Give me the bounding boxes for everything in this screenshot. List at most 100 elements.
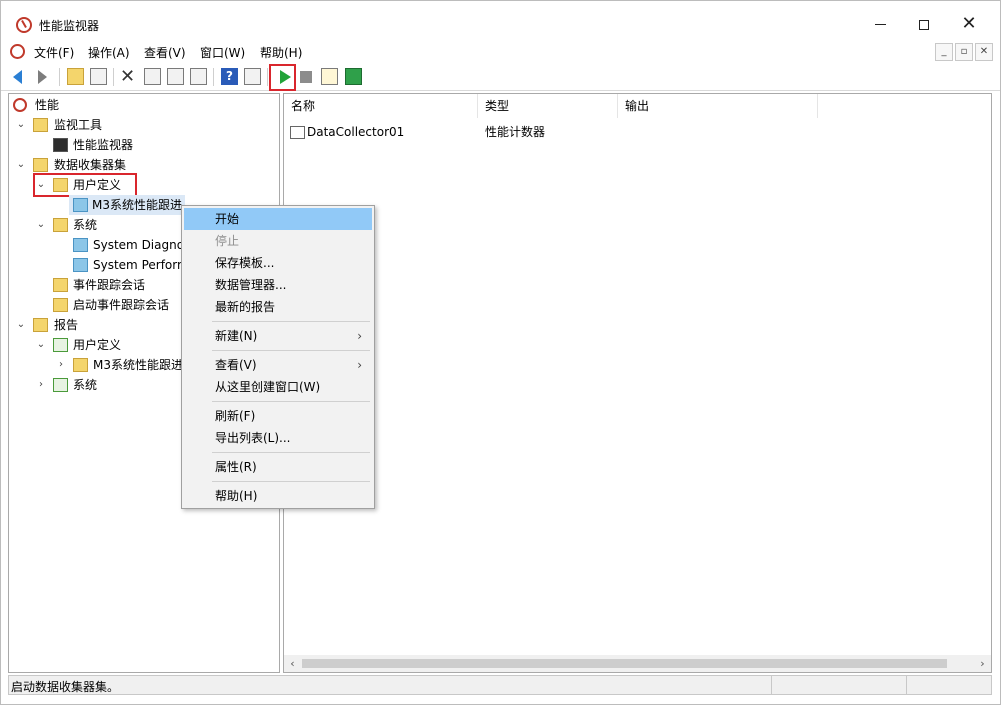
mdi-close-button[interactable]: ✕ [975,43,993,61]
show-action-pane-icon[interactable] [244,68,261,85]
row-type[interactable]: 性能计数器 [485,122,545,142]
column-header-name[interactable]: 名称 [284,94,478,118]
ctx-export-list[interactable]: 导出列表(L)... [184,427,372,449]
delete-icon[interactable]: ✕ [120,68,137,86]
ctx-help[interactable]: 帮助(H) [184,485,372,507]
toolbar-separator [113,68,114,86]
show-hide-tree-icon[interactable] [90,68,107,85]
ctx-view[interactable]: 查看(V) › [184,354,372,376]
tree-label: 系统 [73,218,98,232]
help-icon[interactable]: ? [221,68,238,85]
tree-node-m3-set[interactable]: M3系统性能跟进 [69,195,185,215]
status-divider [906,676,907,694]
back-icon[interactable] [13,70,22,84]
collector-set-icon [73,238,88,252]
column-header-output[interactable]: 输出 [618,94,818,118]
toolbar-separator [59,68,60,86]
column-header-type[interactable]: 类型 [478,94,618,118]
tree-label: 监视工具 [54,118,103,132]
status-bar: 启动数据收集器集。 [8,675,992,695]
ctx-separator [212,401,370,402]
menu-view[interactable]: 查看(V) [144,44,186,61]
system-folder-icon [53,218,68,232]
up-folder-icon[interactable] [67,68,84,85]
horizontal-scrollbar[interactable]: ‹ › [284,655,991,672]
toolbar: ✕ ? [1,63,1000,91]
window-title: 性能监视器 [39,19,100,33]
collapsed-chevron-icon[interactable]: › [56,355,66,375]
ctx-new[interactable]: 新建(N) › [184,325,372,347]
ctx-view-label: 查看(V) [215,358,257,372]
expanded-chevron-icon[interactable]: ⌄ [16,115,26,135]
menu-help[interactable]: 帮助(H) [260,44,302,61]
event-folder-icon [53,278,68,292]
menu-file[interactable]: 文件(F) [34,44,74,61]
perfmon-menu-icon[interactable] [10,44,25,59]
tree-label: 报告 [54,318,79,332]
tree-label: 用户定义 [73,338,122,352]
toolbar-separator [213,68,214,86]
status-text: 启动数据收集器集。 [11,680,120,694]
refresh-icon[interactable] [167,68,184,85]
mdi-restore-button[interactable]: ▫ [955,43,973,61]
menu-action[interactable]: 操作(A) [88,44,130,61]
ctx-data-manager[interactable]: 数据管理器... [184,274,372,296]
collector-set-icon [73,258,88,272]
ctx-stop[interactable]: 停止 [184,230,372,252]
scroll-left-icon[interactable]: ‹ [284,655,301,672]
folder-icon [33,158,48,172]
latest-report-icon[interactable] [345,68,362,85]
menu-bar: 文件(F) 操作(A) 查看(V) 窗口(W) 帮助(H) _ ▫ ✕ [1,41,1000,63]
ctx-separator [212,350,370,351]
ctx-separator [212,481,370,482]
data-collector-icon [290,126,305,139]
new-data-collector-icon[interactable] [321,68,338,85]
scroll-right-icon[interactable]: › [974,655,991,672]
ctx-properties[interactable]: 属性(R) [184,456,372,478]
title-bar: 性能监视器 ✕ [1,1,1000,41]
user-defined-annotation [33,173,137,197]
ctx-start[interactable]: 开始 [184,208,372,230]
ctx-new-window[interactable]: 从这里创建窗口(W) [184,376,372,398]
tree-label: M3系统性能跟进 [93,358,183,372]
report-icon [53,378,68,392]
minimize-icon [874,24,886,25]
tree-node-monitor-tools[interactable]: ⌄ 监视工具 [13,115,213,135]
ctx-separator [212,452,370,453]
expanded-chevron-icon[interactable]: ⌄ [36,215,46,235]
maximize-button[interactable] [901,9,947,39]
submenu-arrow-icon: › [357,329,362,343]
collapsed-chevron-icon[interactable]: › [36,375,46,395]
export-list-icon[interactable] [190,68,207,85]
minimize-button[interactable] [857,9,903,39]
tree-label: M3系统性能跟进 [92,198,182,212]
tree-label: 性能 [35,98,60,112]
expanded-chevron-icon[interactable]: ⌄ [36,335,46,355]
row-name[interactable]: DataCollector01 [307,122,404,142]
status-divider [771,676,772,694]
menu-window[interactable]: 窗口(W) [200,44,245,61]
tree-label: System Diagnos [93,238,191,252]
tree-node-perf-monitor[interactable]: 性能监视器 [13,135,213,155]
scrollbar-thumb[interactable] [302,659,947,668]
mdi-minimize-button[interactable]: _ [935,43,953,61]
tree-label: 启动事件跟踪会话 [73,298,170,312]
collector-set-icon [73,198,88,212]
expanded-chevron-icon[interactable]: ⌄ [16,155,26,175]
forward-icon[interactable] [38,70,47,84]
expanded-chevron-icon[interactable]: ⌄ [16,315,26,335]
event-folder-icon [53,298,68,312]
maximize-icon [919,19,929,30]
tree-label: 事件跟踪会话 [73,278,146,292]
ctx-refresh[interactable]: 刷新(F) [184,405,372,427]
close-button[interactable]: ✕ [946,9,992,39]
perfmon-app-icon [16,17,32,33]
ctx-latest-report[interactable]: 最新的报告 [184,296,372,318]
tree-node-data-collector-sets[interactable]: ⌄ 数据收集器集 [13,155,213,175]
ctx-save-template[interactable]: 保存模板... [184,252,372,274]
ctx-new-label: 新建(N) [215,329,258,343]
tree-label: 性能监视器 [73,138,134,152]
stop-icon[interactable] [300,71,312,83]
report-folder-icon [73,358,88,372]
properties-icon[interactable] [144,68,161,85]
